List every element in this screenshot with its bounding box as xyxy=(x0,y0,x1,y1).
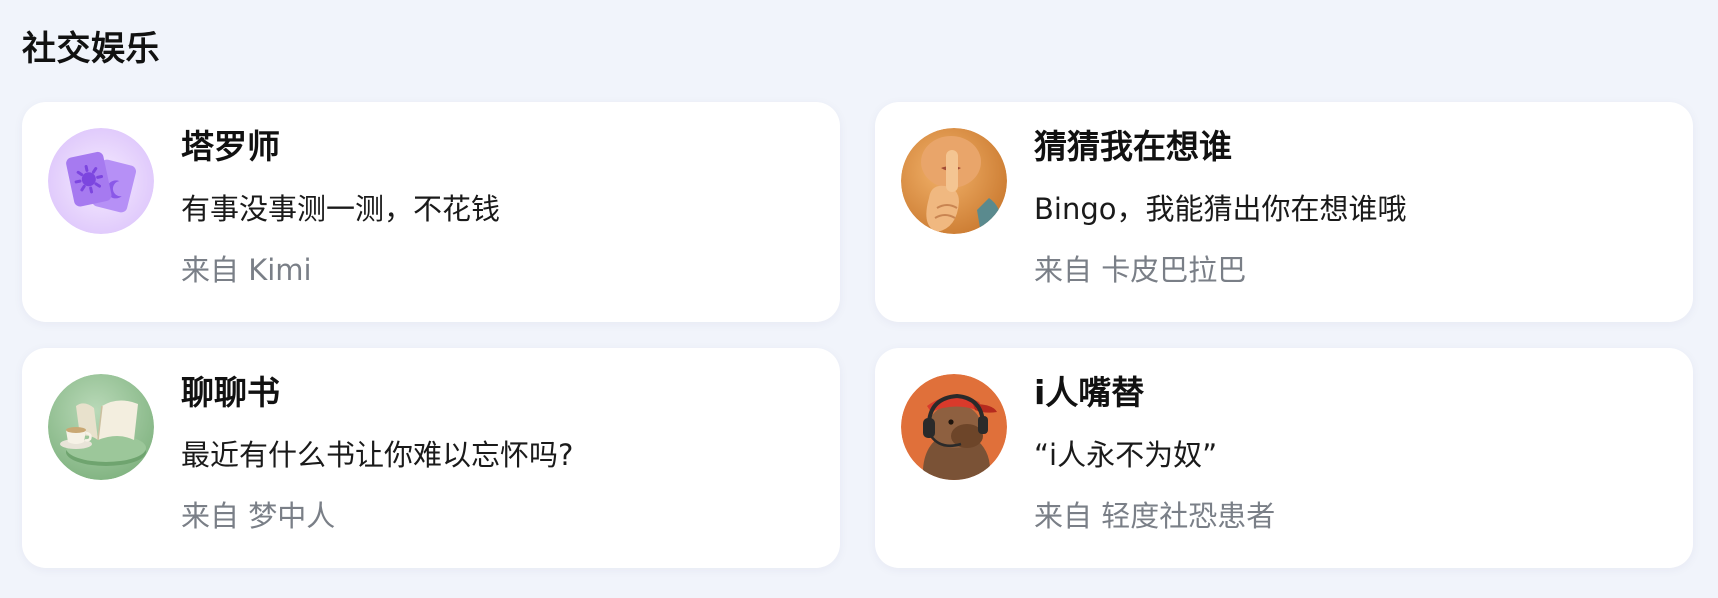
bot-description: 最近有什么书让你难以忘怀吗? xyxy=(181,438,574,472)
bot-author: 来自 Kimi xyxy=(181,253,312,287)
bot-author: 来自 梦中人 xyxy=(181,499,336,533)
book-and-teacup-icon xyxy=(48,374,154,480)
bot-card-guess-who[interactable]: 猜猜我在想谁 Bingo，我能猜出你在想谁哦 来自 卡皮巴拉巴 xyxy=(875,102,1693,322)
bot-author: 来自 轻度社恐患者 xyxy=(1034,499,1276,533)
bot-author: 来自 卡皮巴拉巴 xyxy=(1034,253,1247,287)
bot-description: 有事没事测一测，不花钱 xyxy=(181,192,501,226)
bot-name: 猜猜我在想谁 xyxy=(1034,127,1232,166)
tarot-cards-icon xyxy=(48,128,154,234)
section-title: 社交娱乐 xyxy=(22,29,160,69)
capybara-headphones-icon xyxy=(901,374,1007,480)
bot-name: 聊聊书 xyxy=(181,373,280,412)
bot-name: 塔罗师 xyxy=(181,127,280,166)
shush-gesture-icon xyxy=(901,128,1007,234)
bot-card-introvert-voice[interactable]: i人嘴替 “i人永不为奴” 来自 轻度社恐患者 xyxy=(875,348,1693,568)
bot-description: “i人永不为奴” xyxy=(1034,438,1218,472)
bot-card-tarot[interactable]: 塔罗师 有事没事测一测，不花钱 来自 Kimi xyxy=(22,102,840,322)
bot-description: Bingo，我能猜出你在想谁哦 xyxy=(1034,192,1407,226)
bot-name: i人嘴替 xyxy=(1034,373,1145,412)
bot-card-book-chat[interactable]: 聊聊书 最近有什么书让你难以忘怀吗? 来自 梦中人 xyxy=(22,348,840,568)
